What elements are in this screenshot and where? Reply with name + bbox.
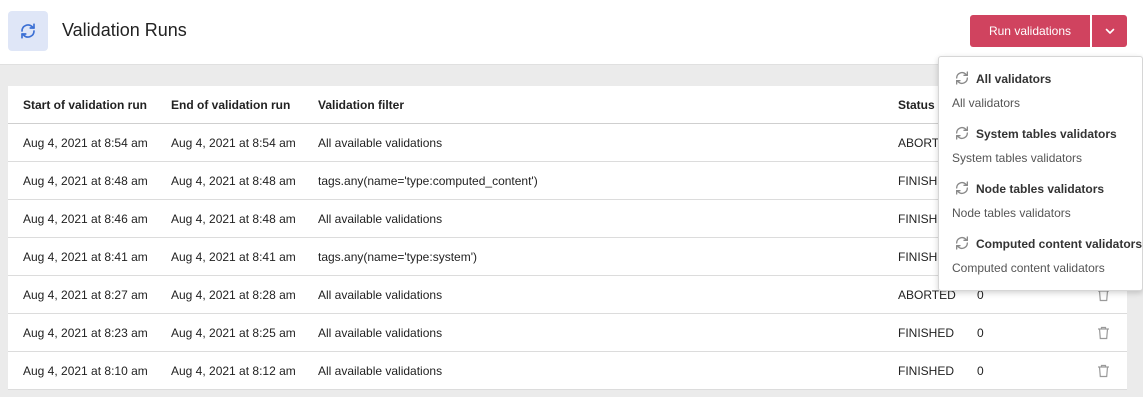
menu-item-subtitle: Computed content validators <box>952 261 1105 275</box>
start-cell: Aug 4, 2021 at 8:46 am <box>23 211 148 226</box>
menu-item-subtitle: System tables validators <box>952 151 1083 165</box>
end-cell: Aug 4, 2021 at 8:41 am <box>171 249 296 264</box>
trash-icon[interactable] <box>1097 314 1110 351</box>
refresh-icon[interactable] <box>8 11 48 51</box>
column-header-status[interactable]: Status <box>898 86 935 123</box>
end-cell: Aug 4, 2021 at 8:48 am <box>171 173 296 188</box>
refresh-icon <box>956 71 968 85</box>
menu-item-title: Computed content validators <box>976 237 1143 251</box>
start-cell: Aug 4, 2021 at 8:10 am <box>23 363 148 378</box>
column-header-filter[interactable]: Validation filter <box>318 86 404 123</box>
menu-item-node-tables-validators[interactable]: Node tables validators Node tables valid… <box>939 167 1143 222</box>
filter-cell: tags.any(name='type:computed_content') <box>318 173 538 188</box>
run-validations-dropdown-button[interactable] <box>1092 15 1127 47</box>
end-cell: Aug 4, 2021 at 8:12 am <box>171 363 296 378</box>
start-cell: Aug 4, 2021 at 8:41 am <box>23 249 148 264</box>
start-cell: Aug 4, 2021 at 8:27 am <box>23 287 148 302</box>
run-validations-menu: All validators All validators System tab… <box>938 56 1143 291</box>
start-cell: Aug 4, 2021 at 8:54 am <box>23 135 148 150</box>
filter-cell: All available validations <box>318 135 443 150</box>
filter-cell: All available validations <box>318 287 443 302</box>
end-cell: Aug 4, 2021 at 8:54 am <box>171 135 296 150</box>
refresh-icon <box>956 181 968 195</box>
filter-cell: All available validations <box>318 363 443 378</box>
status-cell: FINISHED <box>898 363 955 378</box>
end-cell: Aug 4, 2021 at 8:25 am <box>171 325 296 340</box>
end-cell: Aug 4, 2021 at 8:28 am <box>171 287 296 302</box>
refresh-icon <box>956 126 968 140</box>
column-header-start[interactable]: Start of validation run <box>23 86 147 123</box>
refresh-icon <box>956 236 968 250</box>
menu-item-all-validators[interactable]: All validators All validators <box>939 57 1143 112</box>
start-cell: Aug 4, 2021 at 8:23 am <box>23 325 148 340</box>
menu-item-title: Node tables validators <box>976 182 1105 196</box>
filter-cell: tags.any(name='type:system') <box>318 249 477 264</box>
run-validations-button[interactable]: Run validations <box>970 15 1090 47</box>
status-cell: FINISHED <box>898 325 955 340</box>
column-header-end[interactable]: End of validation run <box>171 86 290 123</box>
count-cell: 0 <box>977 363 984 378</box>
start-cell: Aug 4, 2021 at 8:48 am <box>23 173 148 188</box>
chevron-down-icon <box>1105 28 1114 34</box>
filter-cell: All available validations <box>318 325 443 340</box>
end-cell: Aug 4, 2021 at 8:48 am <box>171 211 296 226</box>
filter-cell: All available validations <box>318 211 443 226</box>
trash-icon[interactable] <box>1097 352 1110 389</box>
menu-item-subtitle: Node tables validators <box>952 206 1071 220</box>
menu-item-system-tables-validators[interactable]: System tables validators System tables v… <box>939 112 1143 167</box>
menu-item-title: All validators <box>976 72 1052 86</box>
count-cell: 0 <box>977 325 984 340</box>
menu-item-computed-content-validators[interactable]: Computed content validators Computed con… <box>939 222 1143 277</box>
page-title: Validation Runs <box>62 20 187 40</box>
table-row[interactable]: Aug 4, 2021 at 8:10 am Aug 4, 2021 at 8:1… <box>8 352 1127 390</box>
menu-item-subtitle: All validators <box>952 96 1021 110</box>
menu-item-title: System tables validators <box>976 127 1117 141</box>
table-row[interactable]: Aug 4, 2021 at 8:23 am Aug 4, 2021 at 8:2… <box>8 314 1127 352</box>
